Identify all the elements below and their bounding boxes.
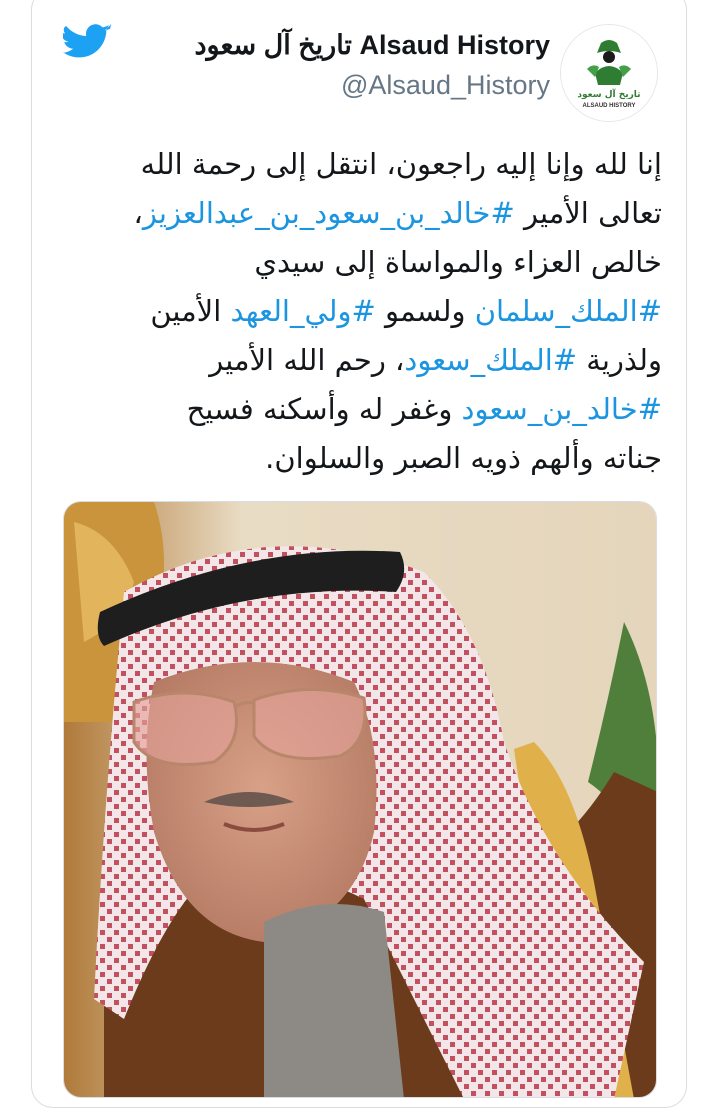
tweet-text-line: #خالد_بن_سعود وغفر له وأسكنه فسيح [74, 385, 662, 434]
tweet-text-segment: جناته وألهم ذويه الصبر والسلوان. [265, 441, 662, 475]
tweet-text-segment: ، رحم الله الأمير [209, 343, 405, 377]
tweet-text-segment: الأمين [150, 294, 231, 328]
hashtag-link[interactable]: #الملك_سعود [404, 343, 577, 377]
tweet-text-segment: ، [133, 196, 143, 230]
tweet-text-segment: وغفر له وأسكنه فسيح [186, 392, 462, 426]
hashtag-link[interactable]: #خالد_بن_سعود_بن_عبدالعزيز [143, 196, 515, 230]
hashtag-link[interactable]: #ولي_العهد [231, 294, 376, 328]
tweet-text-segment: خالص العزاء والمواساة إلى سيدي [254, 245, 662, 279]
alsaud-history-logo: تاريخ آل سعود ALSAUD HISTORY [561, 25, 657, 121]
twitter-bird-icon[interactable] [63, 24, 111, 64]
tweet-text-segment: تعالى الأمير [514, 196, 662, 230]
tweet-text-segment: ولذرية [577, 343, 662, 377]
avatar-caption-en: ALSAUD HISTORY [582, 103, 635, 109]
account-handle[interactable]: @Alsaud_History [341, 70, 550, 101]
tweet-text-line: ولذرية #الملك_سعود، رحم الله الأمير [74, 336, 662, 385]
tweet-text: إنا لله وإنا إليه راجعون، انتقل إلى رحمة… [74, 140, 662, 483]
account-name[interactable]: تاريخ آل سعود Alsaud History [194, 30, 550, 61]
tweet-text-segment: إنا لله وإنا إليه راجعون، انتقل إلى رحمة… [140, 147, 662, 181]
tweet-text-line: #الملك_سلمان ولسمو #ولي_العهد الأمين [74, 287, 662, 336]
hashtag-link[interactable]: #خالد_بن_سعود [462, 392, 662, 426]
portrait-photo [64, 502, 656, 1097]
hashtag-link[interactable]: #الملك_سلمان [475, 294, 662, 328]
tweet-text-line: خالص العزاء والمواساة إلى سيدي [74, 238, 662, 287]
tweet-text-line: إنا لله وإنا إليه راجعون، انتقل إلى رحمة… [74, 140, 662, 189]
avatar-caption-ar: تاريخ آل سعود [577, 88, 640, 100]
tweet-text-line: جناته وألهم ذويه الصبر والسلوان. [74, 434, 662, 483]
tweet-text-line: تعالى الأمير #خالد_بن_سعود_بن_عبدالعزيز، [74, 189, 662, 238]
tweet-text-segment: ولسمو [375, 294, 475, 328]
tweet-photo[interactable] [63, 501, 657, 1098]
avatar[interactable]: تاريخ آل سعود ALSAUD HISTORY [560, 24, 658, 122]
